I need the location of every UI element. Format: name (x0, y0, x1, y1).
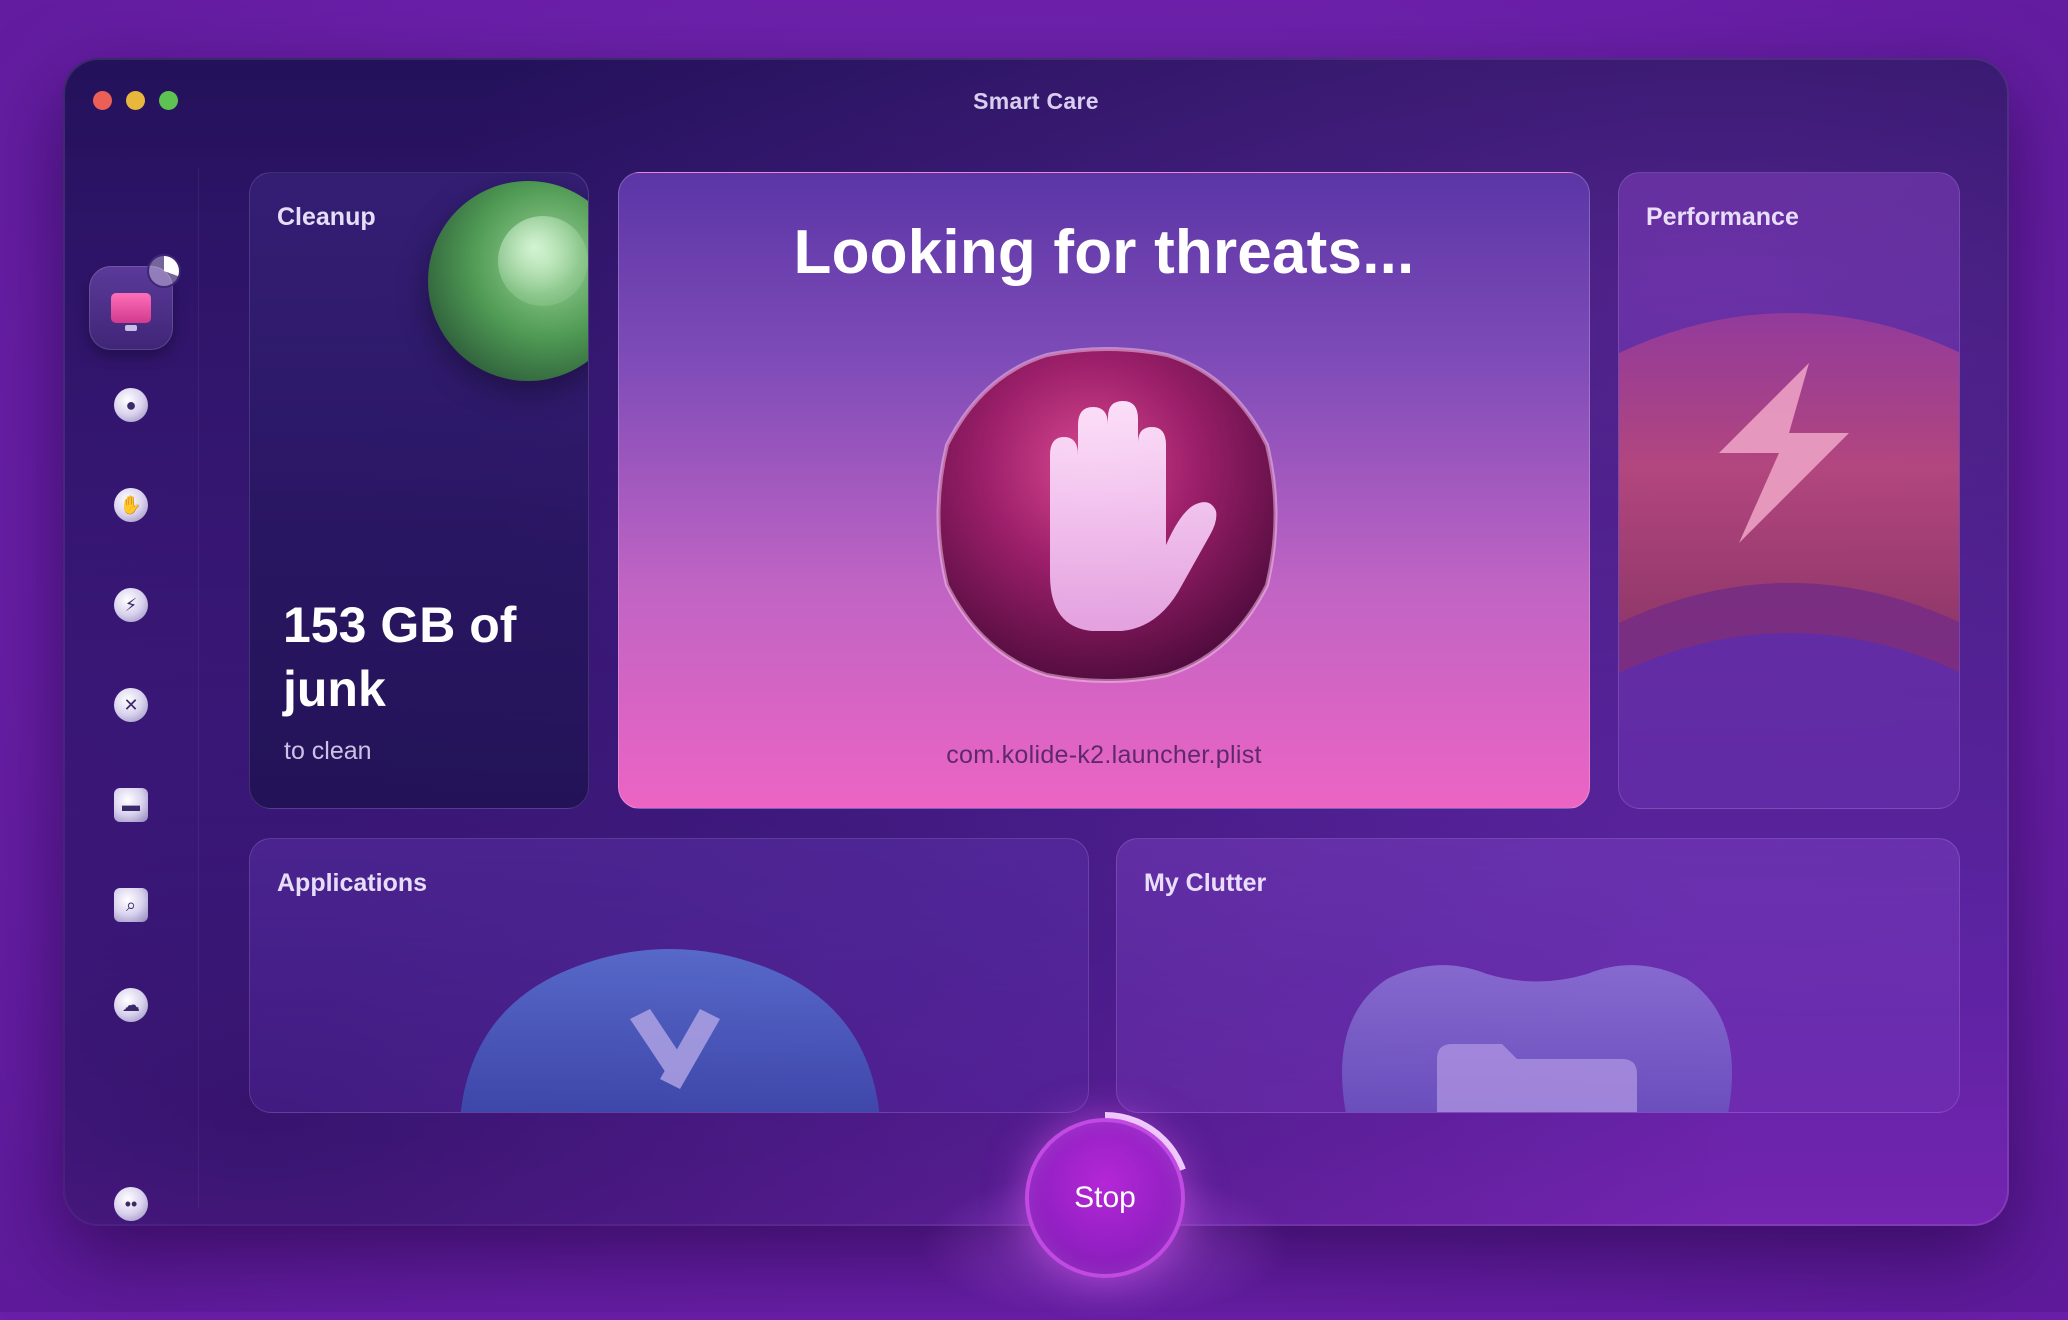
sidebar-item-performance[interactable]: ⚡ (89, 563, 173, 647)
my-clutter-card[interactable]: My Clutter (1116, 838, 1960, 1113)
window-title: Smart Care (973, 88, 1099, 114)
magnifier-icon: ⌕ (114, 888, 148, 922)
disc-icon: ● (114, 388, 148, 422)
my-clutter-title: My Clutter (1144, 869, 1267, 897)
apps-icon (460, 949, 880, 1112)
disc-icon (428, 181, 588, 381)
assistant-icon: •• (114, 1187, 148, 1221)
folder-icon: ▬ (114, 788, 148, 822)
desktop: Smart Care ● ✋ ⚡ ✕ ▬ ⌕ ☁ •• Cleanup 153 … (0, 0, 2068, 1320)
scan-progress-indicator (149, 256, 179, 286)
cloud-icon: ☁ (114, 988, 148, 1022)
sidebar-item-smart-care[interactable] (89, 256, 179, 350)
stop-button-wrapper: Stop (1019, 1112, 1191, 1284)
applications-title: Applications (277, 869, 428, 897)
applications-card[interactable]: Applications (249, 838, 1089, 1113)
junk-subtitle: to clean (284, 737, 372, 765)
junk-amount: 153 GB of junk (283, 597, 517, 717)
performance-card[interactable]: Performance (1618, 172, 1960, 809)
performance-title: Performance (1646, 203, 1799, 231)
protection-scan-card: Looking for threats... com.kolide-k2.lau… (618, 172, 1590, 809)
sidebar-item-protection[interactable]: ✋ (89, 463, 173, 547)
stop-button[interactable]: Stop (1025, 1118, 1185, 1278)
app-window: Smart Care ● ✋ ⚡ ✕ ▬ ⌕ ☁ •• Cleanup 153 … (63, 58, 2009, 1226)
stop-hand-icon (936, 347, 1278, 683)
sidebar-item-applications[interactable]: ✕ (89, 663, 173, 747)
sidebar: ● ✋ ⚡ ✕ ▬ ⌕ ☁ •• (63, 168, 199, 1221)
scan-heading: Looking for threats... (793, 218, 1415, 287)
cleanup-card[interactable]: Cleanup 153 GB of junk to clean (249, 172, 589, 809)
sidebar-item-cleanup[interactable]: ● (89, 363, 173, 447)
sidebar-item-assistant[interactable]: •• (89, 1162, 173, 1226)
sidebar-item-my-clutter[interactable]: ▬ (89, 763, 173, 847)
cleanup-title: Cleanup (277, 203, 376, 231)
apps-icon: ✕ (114, 688, 148, 722)
sidebar-item-space-lens[interactable]: ⌕ (89, 863, 173, 947)
bolt-icon (1619, 313, 1959, 673)
monitor-icon (111, 293, 151, 331)
bolt-icon: ⚡ (114, 588, 148, 622)
hand-icon: ✋ (114, 488, 148, 522)
folder-icon (1342, 965, 1732, 1112)
scan-current-file: com.kolide-k2.launcher.plist (946, 741, 1262, 769)
sidebar-item-cloud-cleanup[interactable]: ☁ (89, 963, 173, 1047)
